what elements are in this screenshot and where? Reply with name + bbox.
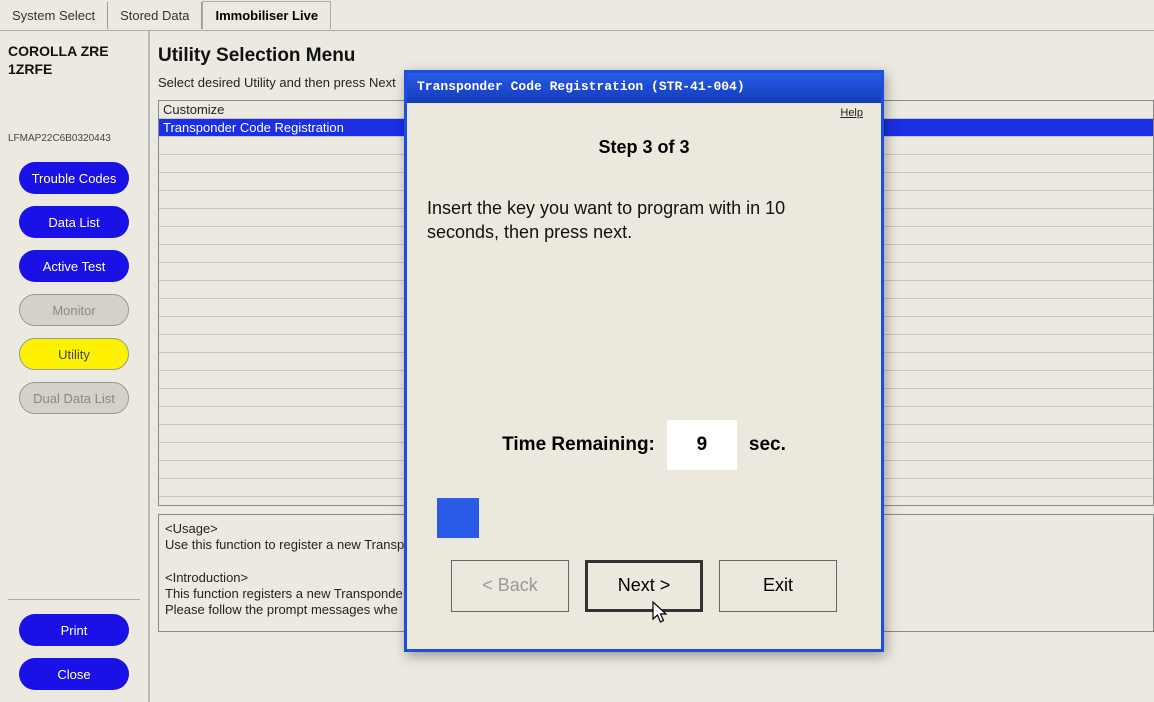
data-list-button[interactable]: Data List: [19, 206, 129, 238]
utility-button[interactable]: Utility: [19, 338, 129, 370]
monitor-button: Monitor: [19, 294, 129, 326]
dual-data-list-button: Dual Data List: [19, 382, 129, 414]
page-title: Utility Selection Menu: [158, 45, 1154, 67]
back-button: < Back: [451, 560, 569, 612]
trouble-codes-button[interactable]: Trouble Codes: [19, 162, 129, 194]
progress-fill: [437, 498, 479, 538]
vehicle-label: COROLLA ZRE 1ZRFE: [8, 43, 140, 78]
tab-stored-data[interactable]: Stored Data: [108, 2, 202, 29]
sidebar-divider: [8, 599, 140, 600]
dialog-step: Step 3 of 3: [427, 137, 861, 158]
exit-button[interactable]: Exit: [719, 560, 837, 612]
active-test-button[interactable]: Active Test: [19, 250, 129, 282]
time-remaining-unit: sec.: [749, 434, 786, 456]
time-remaining-label: Time Remaining:: [502, 434, 655, 456]
time-remaining-row: Time Remaining: 9 sec.: [427, 420, 861, 470]
print-button[interactable]: Print: [19, 614, 129, 646]
next-button[interactable]: Next >: [585, 560, 703, 612]
time-remaining-value: 9: [667, 420, 737, 470]
close-button[interactable]: Close: [19, 658, 129, 690]
tab-immobiliser-live[interactable]: Immobiliser Live: [202, 1, 331, 29]
top-tab-bar: System Select Stored Data Immobiliser Li…: [0, 0, 1154, 31]
ecu-id: LFMAP22C6B0320443: [8, 133, 140, 144]
progress-bar: [437, 498, 851, 538]
sidebar: COROLLA ZRE 1ZRFE LFMAP22C6B0320443 Trou…: [0, 31, 150, 702]
tab-system-select[interactable]: System Select: [0, 2, 108, 29]
transponder-dialog: Transponder Code Registration (STR-41-00…: [404, 70, 884, 652]
dialog-instruction: Insert the key you want to program with …: [427, 196, 861, 245]
dialog-titlebar[interactable]: Transponder Code Registration (STR-41-00…: [407, 73, 881, 103]
dialog-help-link[interactable]: Help: [407, 103, 881, 119]
